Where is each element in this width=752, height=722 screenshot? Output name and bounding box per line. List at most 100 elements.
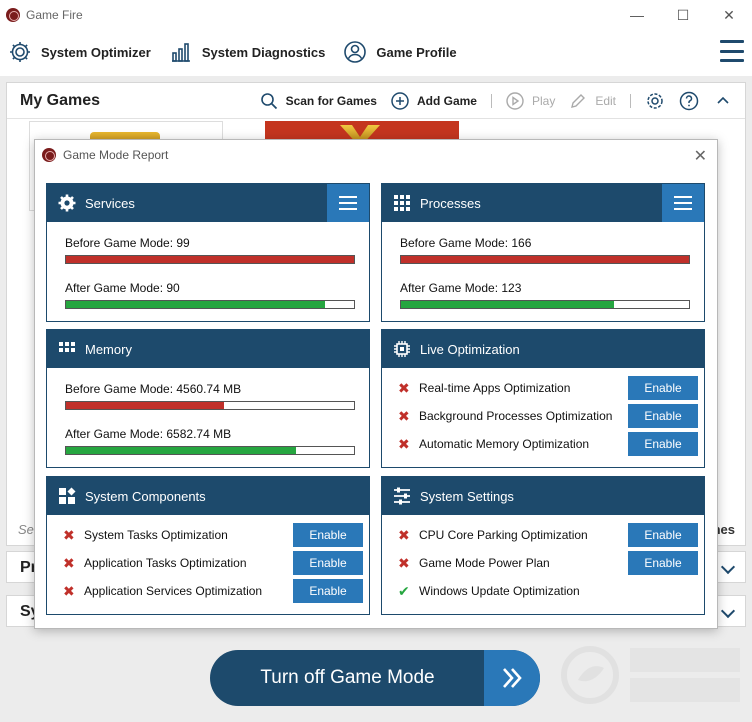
after-bar [400,300,690,309]
card-header: Services [47,184,369,222]
bar-chart-icon [171,43,190,62]
enable-button[interactable]: Enable [628,432,698,456]
app-logo-icon [42,148,56,162]
user-icon [344,41,367,63]
settings-row: ✖ Game Mode Power Plan Enable [398,551,698,575]
chevron-up-icon[interactable] [713,91,733,111]
games-header: My Games Scan for Games Add Game Play Ed… [7,83,745,119]
enable-button[interactable]: Enable [628,523,698,547]
enable-button[interactable]: Enable [293,523,363,547]
top-nav: System Optimizer System Diagnostics Game… [0,32,752,72]
edit-button[interactable]: Edit [569,92,616,110]
after-metric: After Game Mode: 90 [65,281,180,295]
row-label: Game Mode Power Plan [419,556,550,570]
checkmark-icon: ✔ [398,583,410,599]
enable-button[interactable]: Enable [628,551,698,575]
sliders-icon [394,487,410,505]
close-icon[interactable]: ✕ [694,146,707,166]
row-label: CPU Core Parking Optimization [419,528,588,542]
after-bar-fill [401,301,615,308]
row-label: System Tasks Optimization [84,528,228,542]
after-bar-fill [66,301,326,308]
before-metric: Before Game Mode: 166 [400,236,532,250]
add-label: Add Game [416,94,477,108]
enable-button[interactable]: Enable [293,551,363,575]
nav-label: System Optimizer [41,44,151,60]
before-bar [65,255,355,264]
dialog-title: Game Mode Report [63,148,169,162]
row-label: Application Tasks Optimization [84,556,247,570]
game-mode-report-dialog: Game Mode Report ✕ Services Before Game … [34,139,718,629]
memory-grid-icon [59,342,75,352]
card-header: System Components [47,477,369,515]
gear-icon [58,194,76,212]
card-title: System Settings [420,488,514,504]
before-bar-fill [401,256,689,263]
gear-icon [10,42,30,62]
toolbar-divider [490,94,492,108]
watermark-logo-icon [561,646,740,704]
settings-row: ✖ CPU Core Parking Optimization Enable [398,523,698,547]
close-icon[interactable]: ✕ [706,0,752,30]
chevron-down-icon[interactable] [720,603,736,619]
minimize-icon[interactable]: — [614,0,660,30]
card-title: Memory [85,341,132,357]
row-label: Background Processes Optimization [419,409,613,423]
window-controls: — ☐ ✕ [614,0,752,30]
maximize-icon[interactable]: ☐ [660,0,706,30]
components-row: ✖ Application Tasks Optimization Enable [63,551,363,575]
enable-button[interactable]: Enable [628,376,698,400]
x-icon: ✖ [63,527,75,543]
card-header: Memory [47,330,369,368]
x-icon: ✖ [398,380,410,396]
processes-card: Processes Before Game Mode: 166 After Ga… [381,183,705,322]
components-row: ✖ System Tasks Optimization Enable [63,523,363,547]
search-icon [260,93,277,110]
help-icon[interactable] [679,91,699,111]
before-bar-fill [66,402,225,409]
card-title: Processes [420,195,481,211]
plus-circle-icon [391,92,409,110]
turn-off-game-mode-button[interactable]: Turn off Game Mode [210,650,540,706]
games-toolbar: Scan for Games Add Game Play Edit [246,83,733,119]
live-row: ✖ Automatic Memory Optimization Enable [398,432,698,456]
components-row: ✖ Application Services Optimization Enab… [63,579,363,603]
system-settings-card: System Settings ✖ CPU Core Parking Optim… [381,476,705,615]
after-bar [65,300,355,309]
card-header: Processes [382,184,704,222]
chevron-down-icon[interactable] [720,559,736,575]
play-button[interactable]: Play [506,92,555,110]
nav-system-optimizer[interactable]: System Optimizer [8,40,151,64]
before-metric: Before Game Mode: 4560.74 MB [65,382,242,396]
enable-button[interactable]: Enable [628,404,698,428]
system-components-card: System Components ✖ System Tasks Optimiz… [46,476,370,615]
x-icon: ✖ [398,436,410,452]
x-icon: ✖ [63,583,75,599]
after-metric: After Game Mode: 123 [400,281,522,295]
settings-row: ✔ Windows Update Optimization [398,579,698,603]
toolbar-divider [630,94,631,108]
menu-icon[interactable] [662,184,704,222]
services-card: Services Before Game Mode: 99 After Game… [46,183,370,322]
settings-gear-icon[interactable] [645,91,665,111]
after-bar [65,446,355,455]
app-logo-icon [6,8,20,22]
main-menu-icon[interactable] [720,40,744,62]
enable-button[interactable]: Enable [293,579,363,603]
games-title: My Games [20,91,101,109]
scan-for-games-button[interactable]: Scan for Games [260,92,377,110]
menu-icon[interactable] [327,184,369,222]
grid-icon [394,195,410,211]
pencil-icon [571,94,586,108]
nav-system-diagnostics[interactable]: System Diagnostics [169,40,325,64]
live-row: ✖ Real-time Apps Optimization Enable [398,376,698,400]
card-title: Live Optimization [420,341,520,357]
x-icon: ✖ [398,555,410,571]
before-metric: Before Game Mode: 99 [65,236,190,250]
nav-game-profile[interactable]: Game Profile [343,40,457,64]
add-game-button[interactable]: Add Game [391,92,477,110]
card-title: System Components [85,488,206,504]
dialog-title-bar: Game Mode Report ✕ [35,140,717,170]
after-bar-fill [66,447,297,454]
double-chevron-right-icon [484,650,540,706]
